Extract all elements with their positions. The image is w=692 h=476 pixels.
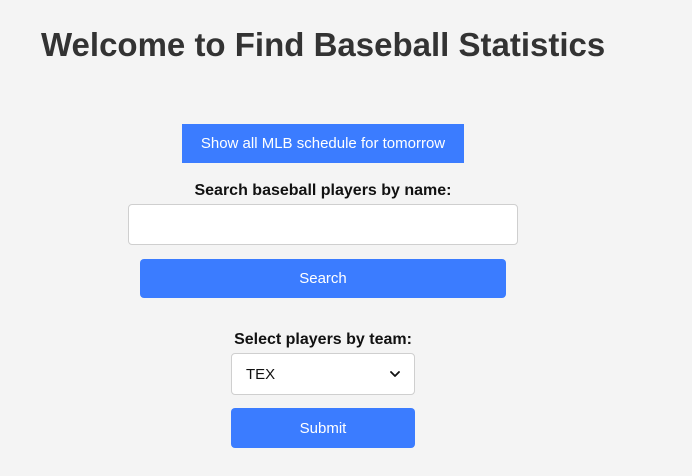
team-select[interactable]: TEX [231,353,415,395]
team-select-value: TEX [246,365,276,383]
search-button[interactable]: Search [140,259,506,298]
player-search-input[interactable] [128,204,518,245]
submit-button[interactable]: Submit [231,408,415,448]
search-label: Search baseball players by name: [194,182,452,199]
team-select-label: Select players by team: [234,331,412,348]
chevron-down-icon [390,369,400,379]
page-title: Welcome to Find Baseball Statistics [41,26,606,63]
show-schedule-button[interactable]: Show all MLB schedule for tomorrow [182,124,464,163]
